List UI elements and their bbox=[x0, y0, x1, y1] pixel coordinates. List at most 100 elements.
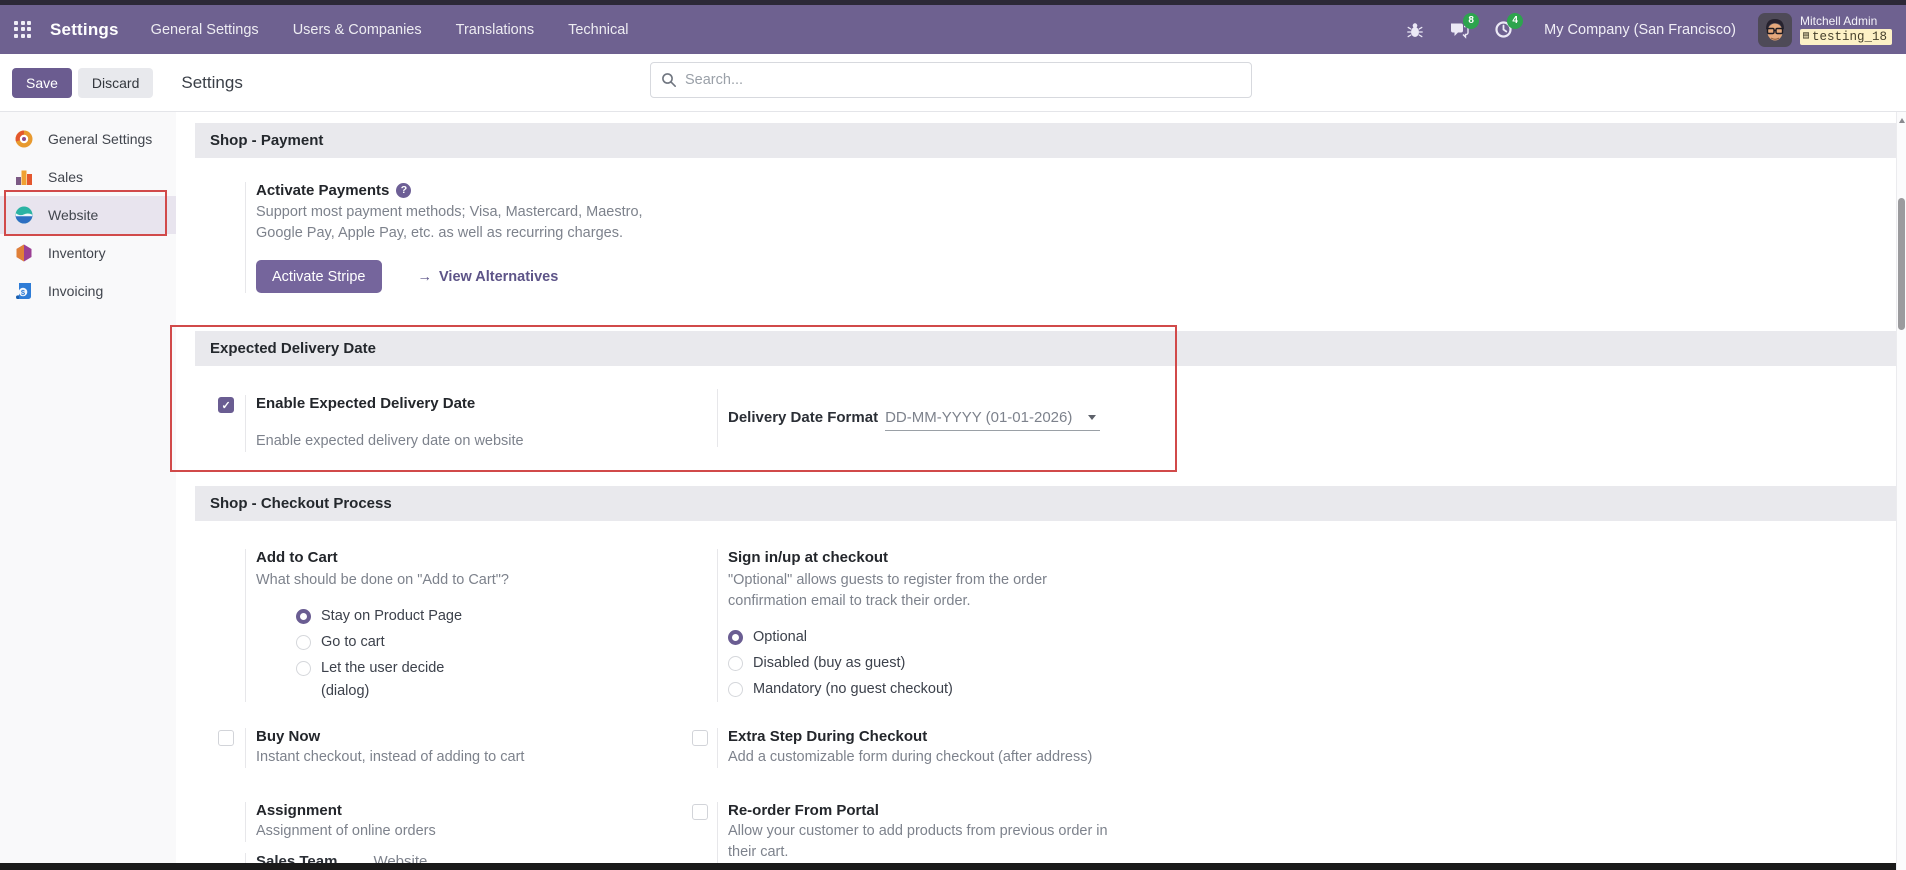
radio-label[interactable]: Let the user decide bbox=[321, 660, 444, 676]
activate-payments-desc-1: Support most payment methods; Visa, Mast… bbox=[256, 202, 717, 223]
bug-icon[interactable] bbox=[1404, 20, 1426, 40]
navbar-right: 8 4 My Company (San Francisco) Mitchell … bbox=[1404, 13, 1892, 47]
menu-general-settings[interactable]: General Settings bbox=[151, 22, 259, 38]
radio-mandatory[interactable]: Mandatory (no guest checkout) bbox=[728, 676, 1320, 702]
search-input[interactable] bbox=[685, 72, 1241, 88]
setting-checkbox-pane bbox=[206, 549, 245, 702]
add-to-cart-desc: What should be done on "Add to Cart"? bbox=[256, 570, 717, 591]
sidebar-item-label: General Settings bbox=[48, 131, 152, 147]
radio-icon[interactable] bbox=[728, 656, 743, 671]
reorder-checkbox[interactable] bbox=[692, 804, 708, 820]
help-icon[interactable]: ? bbox=[396, 183, 411, 198]
assignment-title: Assignment bbox=[256, 802, 717, 819]
extra-step-desc: Add a customizable form during checkout … bbox=[728, 747, 1320, 768]
scroll-up-arrow-icon[interactable] bbox=[1899, 118, 1905, 123]
sidebar-item-inventory[interactable]: Inventory bbox=[0, 234, 176, 272]
company-switcher[interactable]: My Company (San Francisco) bbox=[1544, 22, 1736, 38]
reorder-desc-1: Allow your customer to add products from… bbox=[728, 821, 1320, 842]
search-box[interactable] bbox=[650, 62, 1252, 98]
navbar: Settings General Settings Users & Compan… bbox=[0, 5, 1906, 54]
apps-grid-icon[interactable] bbox=[14, 21, 32, 39]
radio-let-user-decide[interactable]: Let the user decide bbox=[296, 655, 717, 681]
sign-in-desc-1: "Optional" allows guests to register fro… bbox=[728, 570, 1320, 591]
radio-stay-on-product-page[interactable]: Stay on Product Page bbox=[296, 603, 717, 629]
user-menu[interactable]: Mitchell Admin ▤ testing_18 bbox=[1758, 13, 1892, 47]
menu-technical[interactable]: Technical bbox=[568, 22, 628, 38]
database-name: testing_18 bbox=[1812, 30, 1887, 44]
chevron-down-icon bbox=[1088, 415, 1096, 420]
radio-icon[interactable] bbox=[728, 682, 743, 697]
activate-stripe-button[interactable]: Activate Stripe bbox=[256, 260, 382, 293]
save-button[interactable]: Save bbox=[12, 68, 72, 98]
reorder-desc-2: their cart. bbox=[728, 842, 1320, 863]
sales-icon bbox=[14, 167, 34, 187]
sidebar-item-label: Sales bbox=[48, 169, 83, 185]
search-icon bbox=[661, 72, 677, 88]
sidebar-item-website[interactable]: Website bbox=[0, 196, 176, 234]
delivery-date-format-select[interactable]: DD-MM-YYYY (01-01-2026) bbox=[885, 409, 1100, 431]
radio-label[interactable]: Optional bbox=[753, 629, 807, 645]
section-shop-payment: Shop - Payment bbox=[195, 123, 1896, 158]
setting-reorder-from-portal: Re-order From Portal Allow your customer… bbox=[680, 802, 1320, 863]
enable-expected-delivery-label[interactable]: Enable Expected Delivery Date bbox=[256, 395, 717, 412]
setting-checkbox-pane bbox=[206, 802, 245, 842]
radio-label[interactable]: Disabled (buy as guest) bbox=[753, 655, 905, 671]
reorder-title[interactable]: Re-order From Portal bbox=[728, 802, 1320, 819]
sidebar-item-invoicing[interactable]: $ Invoicing bbox=[0, 272, 176, 310]
scrollbar-thumb[interactable] bbox=[1898, 198, 1905, 330]
setting-checkbox-pane bbox=[206, 182, 245, 293]
settings-sidebar: General Settings Sales Website Inventory… bbox=[0, 112, 176, 870]
activities-icon[interactable]: 4 bbox=[1492, 20, 1514, 40]
buy-now-title[interactable]: Buy Now bbox=[256, 728, 717, 745]
view-alternatives-link[interactable]: → View Alternatives bbox=[418, 269, 559, 285]
setting-assignment: Assignment Assignment of online orders bbox=[206, 802, 717, 842]
radio-disabled[interactable]: Disabled (buy as guest) bbox=[728, 650, 1320, 676]
enable-expected-delivery-checkbox[interactable] bbox=[218, 397, 234, 413]
section-expected-delivery-date: Expected Delivery Date bbox=[195, 331, 1896, 366]
radio-selected-icon[interactable] bbox=[296, 609, 311, 624]
menu-users-companies[interactable]: Users & Companies bbox=[293, 22, 422, 38]
radio-let-user-decide-suffix: (dialog) bbox=[321, 681, 717, 702]
database-badge: ▤ testing_18 bbox=[1800, 29, 1892, 45]
sidebar-item-label: Website bbox=[48, 207, 98, 223]
radio-label[interactable]: Go to cart bbox=[321, 634, 385, 650]
extra-step-checkbox[interactable] bbox=[692, 730, 708, 746]
buy-now-desc: Instant checkout, instead of adding to c… bbox=[256, 747, 717, 768]
user-name: Mitchell Admin bbox=[1800, 14, 1877, 28]
radio-optional[interactable]: Optional bbox=[728, 624, 1320, 650]
discard-button[interactable]: Discard bbox=[78, 68, 153, 98]
radio-selected-icon[interactable] bbox=[728, 630, 743, 645]
website-icon bbox=[14, 205, 34, 225]
avatar bbox=[1758, 13, 1792, 47]
add-to-cart-title: Add to Cart bbox=[256, 549, 717, 566]
extra-step-title[interactable]: Extra Step During Checkout bbox=[728, 728, 1320, 745]
radio-label[interactable]: Mandatory (no guest checkout) bbox=[753, 681, 953, 697]
messages-badge: 8 bbox=[1463, 13, 1479, 29]
database-icon: ▤ bbox=[1803, 32, 1809, 42]
sidebar-item-label: Invoicing bbox=[48, 283, 103, 299]
sidebar-item-label: Inventory bbox=[48, 245, 106, 261]
arrow-right-icon: → bbox=[418, 269, 433, 285]
invoicing-icon: $ bbox=[14, 281, 34, 301]
menu-translations[interactable]: Translations bbox=[456, 22, 534, 38]
buy-now-checkbox[interactable] bbox=[218, 730, 234, 746]
radio-icon[interactable] bbox=[296, 635, 311, 650]
app-name[interactable]: Settings bbox=[50, 20, 119, 40]
radio-label[interactable]: Stay on Product Page bbox=[321, 608, 462, 624]
settings-content: Shop - Payment Activate Payments ? Suppo… bbox=[176, 112, 1896, 870]
setting-activate-payments: Activate Payments ? Support most payment… bbox=[206, 182, 717, 293]
activities-badge: 4 bbox=[1507, 13, 1523, 29]
activate-payments-desc-2: Google Pay, Apple Pay, etc. as well as r… bbox=[256, 223, 717, 244]
nav-menu: General Settings Users & Companies Trans… bbox=[151, 22, 629, 38]
messages-icon[interactable]: 8 bbox=[1448, 20, 1470, 40]
general-settings-icon bbox=[14, 129, 34, 149]
user-info: Mitchell Admin ▤ testing_18 bbox=[1800, 14, 1892, 45]
control-bar: Save Discard Settings bbox=[0, 54, 1906, 112]
sidebar-item-sales[interactable]: Sales bbox=[0, 158, 176, 196]
vertical-scrollbar[interactable] bbox=[1896, 112, 1906, 870]
radio-go-to-cart[interactable]: Go to cart bbox=[296, 629, 717, 655]
radio-icon[interactable] bbox=[296, 661, 311, 676]
activate-payments-label: Activate Payments bbox=[256, 182, 389, 199]
setting-extra-step: Extra Step During Checkout Add a customi… bbox=[680, 728, 1320, 768]
sidebar-item-general-settings[interactable]: General Settings bbox=[0, 120, 176, 158]
